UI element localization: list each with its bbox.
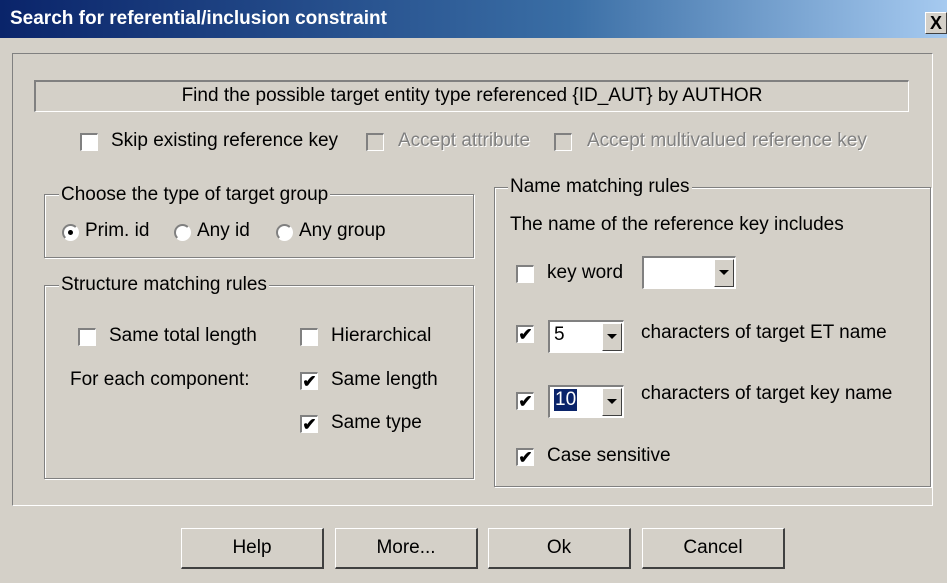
target-key-label: characters of target key name (641, 383, 893, 404)
key-word-select[interactable] (642, 256, 736, 289)
target-key-checkbox[interactable]: ✔ (516, 392, 534, 410)
help-button[interactable]: Help (181, 528, 324, 569)
structure-group-title: Structure matching rules (59, 274, 269, 296)
chevron-down-icon[interactable] (602, 388, 622, 416)
chevron-down-icon[interactable] (602, 323, 622, 351)
same-total-length-label: Same total length (109, 325, 257, 346)
for-each-component-label: For each component: (70, 369, 250, 390)
target-key-value: 10 (554, 389, 578, 411)
same-length-checkbox[interactable]: ✔ (300, 372, 318, 390)
name-matching-description: The name of the reference key includes (510, 214, 844, 235)
target-key-select[interactable]: 10 (548, 385, 624, 418)
key-word-checkbox[interactable] (516, 265, 534, 283)
ok-button[interactable]: Ok (488, 528, 631, 569)
case-sensitive-checkbox[interactable]: ✔ (516, 448, 534, 466)
window-title: Search for referential/inclusion constra… (10, 8, 387, 29)
skip-existing-checkbox[interactable] (80, 133, 98, 151)
key-word-label: key word (547, 262, 624, 283)
name-matching-title: Name matching rules (508, 176, 692, 198)
radio-any-group-label: Any group (299, 220, 386, 241)
hierarchical-label: Hierarchical (331, 325, 432, 346)
more-button[interactable]: More... (335, 528, 478, 569)
target-group-title: Choose the type of target group (59, 184, 331, 206)
hierarchical-checkbox[interactable] (300, 328, 318, 346)
target-et-checkbox[interactable]: ✔ (516, 325, 534, 343)
radio-prim-id-label: Prim. id (85, 220, 150, 241)
close-button[interactable]: X (925, 12, 947, 34)
same-total-length-checkbox[interactable] (78, 328, 96, 346)
header-text: Find the possible target entity type ref… (34, 80, 909, 112)
target-et-value: 5 (554, 324, 565, 345)
radio-any-id-label: Any id (197, 220, 250, 241)
same-type-checkbox[interactable]: ✔ (300, 415, 318, 433)
same-length-label: Same length (331, 369, 438, 390)
skip-existing-label: Skip existing reference key (111, 130, 339, 151)
target-et-label: characters of target ET name (641, 322, 887, 343)
accept-attribute-checkbox[interactable] (366, 133, 384, 151)
cancel-button[interactable]: Cancel (642, 528, 785, 569)
accept-attribute-label: Accept attribute (398, 130, 531, 151)
target-et-select[interactable]: 5 (548, 320, 624, 353)
chevron-down-icon[interactable] (714, 259, 734, 287)
accept-multivalued-label: Accept multivalued reference key (587, 130, 867, 151)
title-bar: Search for referential/inclusion constra… (0, 0, 947, 38)
same-type-label: Same type (331, 412, 422, 433)
radio-any-id[interactable] (174, 224, 191, 241)
radio-prim-id[interactable] (62, 224, 79, 241)
case-sensitive-label: Case sensitive (547, 445, 671, 466)
radio-any-group[interactable] (276, 224, 293, 241)
close-icon: X (929, 13, 942, 33)
accept-multivalued-checkbox[interactable] (554, 133, 572, 151)
